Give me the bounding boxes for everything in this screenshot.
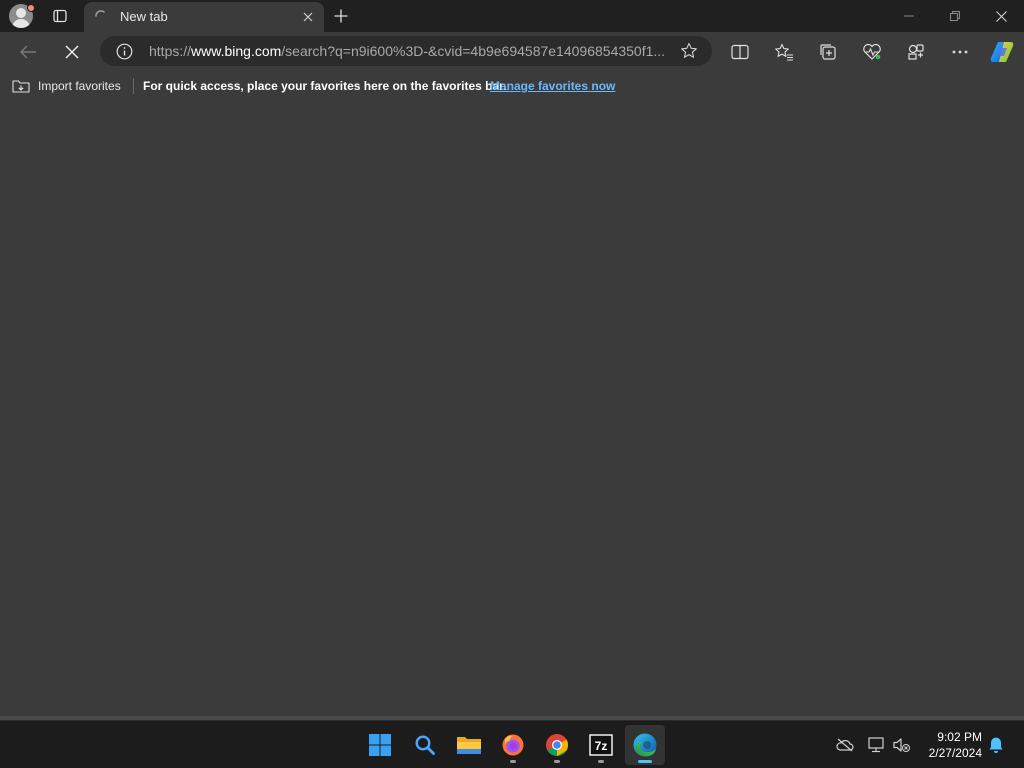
taskbar-edge[interactable]: [625, 725, 665, 765]
stop-icon: [65, 45, 79, 59]
taskbar-clock[interactable]: 9:02 PM 2/27/2024: [918, 729, 982, 761]
navigation-toolbar: https://www.bing.com/search?q=n9i600%3D-…: [0, 32, 1024, 72]
network-tray-button[interactable]: [866, 735, 886, 755]
restore-icon: [950, 11, 960, 21]
manage-favorites-link[interactable]: Manage favorites now: [490, 79, 615, 93]
chrome-icon: [546, 734, 568, 756]
running-indicator: [510, 760, 516, 763]
favorites-separator: [133, 78, 134, 94]
import-favorites-icon: [12, 80, 30, 93]
edge-icon: [633, 733, 657, 757]
folder-icon: [457, 737, 481, 754]
stop-loading-button[interactable]: [57, 37, 87, 67]
collections-icon: [820, 44, 836, 60]
clock-time: 9:02 PM: [937, 730, 982, 744]
plus-icon: [334, 9, 348, 23]
onedrive-tray-button[interactable]: [835, 735, 855, 755]
tab-title: New tab: [120, 9, 168, 24]
volume-muted-icon: [893, 738, 910, 752]
url-text[interactable]: https://www.bing.com/search?q=n9i600%3D-…: [149, 43, 669, 59]
7zip-label: 7z: [595, 739, 608, 753]
url-scheme: https://: [149, 43, 192, 59]
tab-actions-button[interactable]: [46, 4, 74, 28]
back-button[interactable]: [13, 37, 43, 67]
notifications-button[interactable]: [986, 735, 1006, 755]
taskbar-7zip[interactable]: 7z: [581, 725, 621, 765]
7zip-icon: 7z: [589, 734, 613, 756]
extensions-button[interactable]: [901, 37, 931, 67]
address-bar[interactable]: https://www.bing.com/search?q=n9i600%3D-…: [100, 36, 712, 66]
taskbar-search-button[interactable]: [405, 725, 445, 765]
taskbar: 7z 9:02 PM 2/27/2024: [0, 720, 1024, 768]
restore-button[interactable]: [932, 0, 978, 32]
split-screen-button[interactable]: [725, 37, 755, 67]
loading-spinner-icon: [95, 10, 105, 17]
running-indicator: [638, 760, 652, 763]
split-screen-icon: [731, 44, 749, 60]
minimize-button[interactable]: [886, 0, 932, 32]
url-path: /search?q=n9i600%3D-&cvid=4b9e694587e140…: [281, 43, 666, 59]
more-dots-icon: [952, 50, 968, 54]
minimize-icon: [904, 15, 914, 17]
new-tab-button[interactable]: [330, 4, 352, 28]
settings-and-more-button[interactable]: [945, 37, 975, 67]
close-icon: [303, 12, 313, 22]
start-button[interactable]: [360, 725, 400, 765]
tab-new-tab[interactable]: New tab: [84, 2, 324, 32]
back-arrow-icon: [20, 45, 36, 59]
extensions-icon: [908, 44, 924, 60]
tab-close-button[interactable]: [300, 9, 316, 25]
close-icon: [995, 10, 1007, 22]
favorites-bar: Import favorites For quick access, place…: [0, 72, 1024, 100]
firefox-icon: [502, 734, 524, 756]
taskbar-chrome[interactable]: [537, 725, 577, 765]
site-info-icon[interactable]: [116, 43, 133, 60]
copilot-icon: [990, 42, 1014, 62]
running-indicator: [598, 760, 604, 763]
volume-tray-button[interactable]: [892, 735, 912, 755]
clock-date: 2/27/2024: [928, 746, 982, 760]
browser-essentials-button[interactable]: [857, 37, 887, 67]
tab-actions-icon: [53, 9, 67, 23]
heart-pulse-icon: [863, 43, 881, 60]
copilot-button[interactable]: [987, 37, 1017, 67]
close-window-button[interactable]: [978, 0, 1024, 32]
cloud-offline-icon: [836, 738, 854, 752]
url-host: www.bing.com: [191, 43, 282, 59]
add-favorite-star-icon[interactable]: [680, 42, 698, 60]
import-favorites-button[interactable]: Import favorites: [12, 77, 121, 95]
windows-start-icon: [369, 734, 391, 756]
title-bar: New tab: [0, 0, 1024, 32]
taskbar-firefox[interactable]: [493, 725, 533, 765]
search-icon: [415, 735, 435, 755]
network-icon: [868, 737, 884, 753]
collections-button[interactable]: [813, 37, 843, 67]
page-content-area[interactable]: [0, 100, 1024, 716]
import-favorites-label: Import favorites: [38, 79, 121, 93]
running-indicator: [554, 760, 560, 763]
favorites-button[interactable]: [769, 37, 799, 67]
favorites-star-list-icon: [775, 43, 793, 61]
taskbar-file-explorer[interactable]: [449, 725, 489, 765]
favorites-bar-message: For quick access, place your favorites h…: [143, 79, 507, 93]
bell-icon: [989, 737, 1003, 753]
profile-notification-badge: [27, 4, 35, 12]
